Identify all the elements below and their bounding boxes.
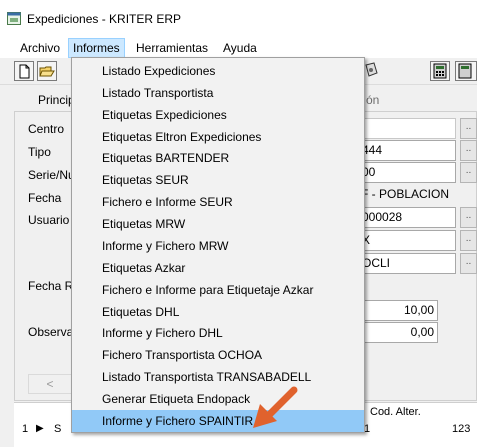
report-button[interactable] (362, 61, 382, 81)
menu-item-fichero-informe-seur[interactable]: Fichero e Informe SEUR (102, 191, 352, 213)
tab-principal[interactable]: Princip (38, 90, 75, 111)
menu-item-etiquetas-bartender[interactable]: Etiquetas BARTENDER (102, 147, 352, 169)
menu-herramientas[interactable]: Herramientas (132, 39, 212, 57)
menu-archivo[interactable]: Archivo (16, 39, 64, 57)
grid-row-indicator: ▶ (36, 423, 44, 434)
menu-item-etiquetas-dhl[interactable]: Etiquetas DHL (102, 301, 352, 323)
menu-item-informe-fichero-dhl[interactable]: Informe y Fichero DHL (102, 322, 352, 344)
extra1-lookup-button[interactable]: .. (460, 230, 477, 251)
grid-cell-right: 123 (452, 423, 471, 435)
extra1-field[interactable]: X (358, 230, 456, 251)
menu-item-etiquetas-seur[interactable]: Etiquetas SEUR (102, 169, 352, 191)
menu-item-informe-fichero-spaintir[interactable]: Informe y Fichero SPAINTIR (102, 410, 352, 432)
extra2-lookup-button[interactable]: .. (460, 253, 477, 274)
menu-item-fichero-transportista-ochoa[interactable]: Fichero Transportista OCHOA (102, 344, 352, 366)
app-window-icon (7, 12, 21, 25)
usuario-lookup-button[interactable]: .. (460, 207, 477, 228)
grid-cell-partial: S (54, 423, 62, 435)
amount1-field[interactable]: 10,00 (360, 300, 438, 321)
menu-item-listado-transportista-transabadell[interactable]: Listado Transportista TRANSABADELL (102, 366, 352, 388)
menu-item-listado-transportista[interactable]: Listado Transportista (102, 82, 352, 104)
calculator-button-2[interactable] (455, 61, 477, 81)
menu-item-fichero-informe-azkar[interactable]: Fichero e Informe para Etiquetaje Azkar (102, 279, 352, 301)
label-observa: Observa (28, 325, 74, 339)
label-centro: Centro (28, 122, 65, 136)
serie-lookup-button[interactable]: .. (460, 162, 477, 183)
amount2-field[interactable]: 0,00 (360, 322, 438, 343)
label-tipo: Tipo (28, 145, 51, 159)
menu-item-etiquetas-eltron[interactable]: Etiquetas Eltron Expediciones (102, 126, 352, 148)
tab-other[interactable]: ón (366, 90, 379, 111)
serie-field[interactable]: 00 (358, 162, 456, 183)
menu-item-listado-expediciones[interactable]: Listado Expediciones (102, 60, 352, 82)
new-document-icon (19, 64, 30, 79)
menu-item-etiquetas-expediciones[interactable]: Etiquetas Expediciones (102, 104, 352, 126)
new-document-button[interactable] (14, 61, 34, 81)
window-title: Expediciones - KRITER ERP (27, 12, 182, 26)
usuario-field[interactable]: 000028 (358, 207, 456, 228)
centro-lookup-button[interactable]: .. (460, 118, 477, 139)
poblacion-text: F - POBLACION (361, 187, 450, 201)
menu-item-generar-etiqueta-endopack[interactable]: Generar Etiqueta Endopack (102, 388, 352, 410)
menu-item-etiquetas-azkar[interactable]: Etiquetas Azkar (102, 257, 352, 279)
menu-item-etiquetas-mrw[interactable]: Etiquetas MRW (102, 213, 352, 235)
tipo-lookup-button[interactable]: .. (460, 140, 477, 161)
calculator-icon (458, 63, 472, 79)
menu-item-informe-fichero-mrw[interactable]: Informe y Fichero MRW (102, 235, 352, 257)
open-folder-button[interactable] (37, 61, 57, 81)
label-usuario: Usuario (28, 213, 70, 227)
scroll-left-button[interactable]: < (28, 374, 72, 394)
centro-field[interactable] (358, 118, 456, 139)
grid-row-number: 1 (22, 423, 29, 435)
tipo-field[interactable]: 444 (358, 140, 456, 161)
label-serie: Serie/Nu (28, 168, 75, 182)
label-fecha-r: Fecha R (28, 279, 74, 293)
menu-informes[interactable]: Informes (68, 38, 125, 58)
calculator-button[interactable] (430, 61, 450, 81)
menu-ayuda[interactable]: Ayuda (219, 39, 261, 57)
label-fecha: Fecha (28, 191, 62, 205)
pointer-arrow-icon (253, 386, 298, 428)
extra2-field[interactable]: OCLI (358, 253, 456, 274)
calculator-icon (433, 63, 447, 79)
open-folder-icon (39, 66, 55, 77)
grid-header-cod-alter: Cod. Alter. (370, 406, 421, 418)
